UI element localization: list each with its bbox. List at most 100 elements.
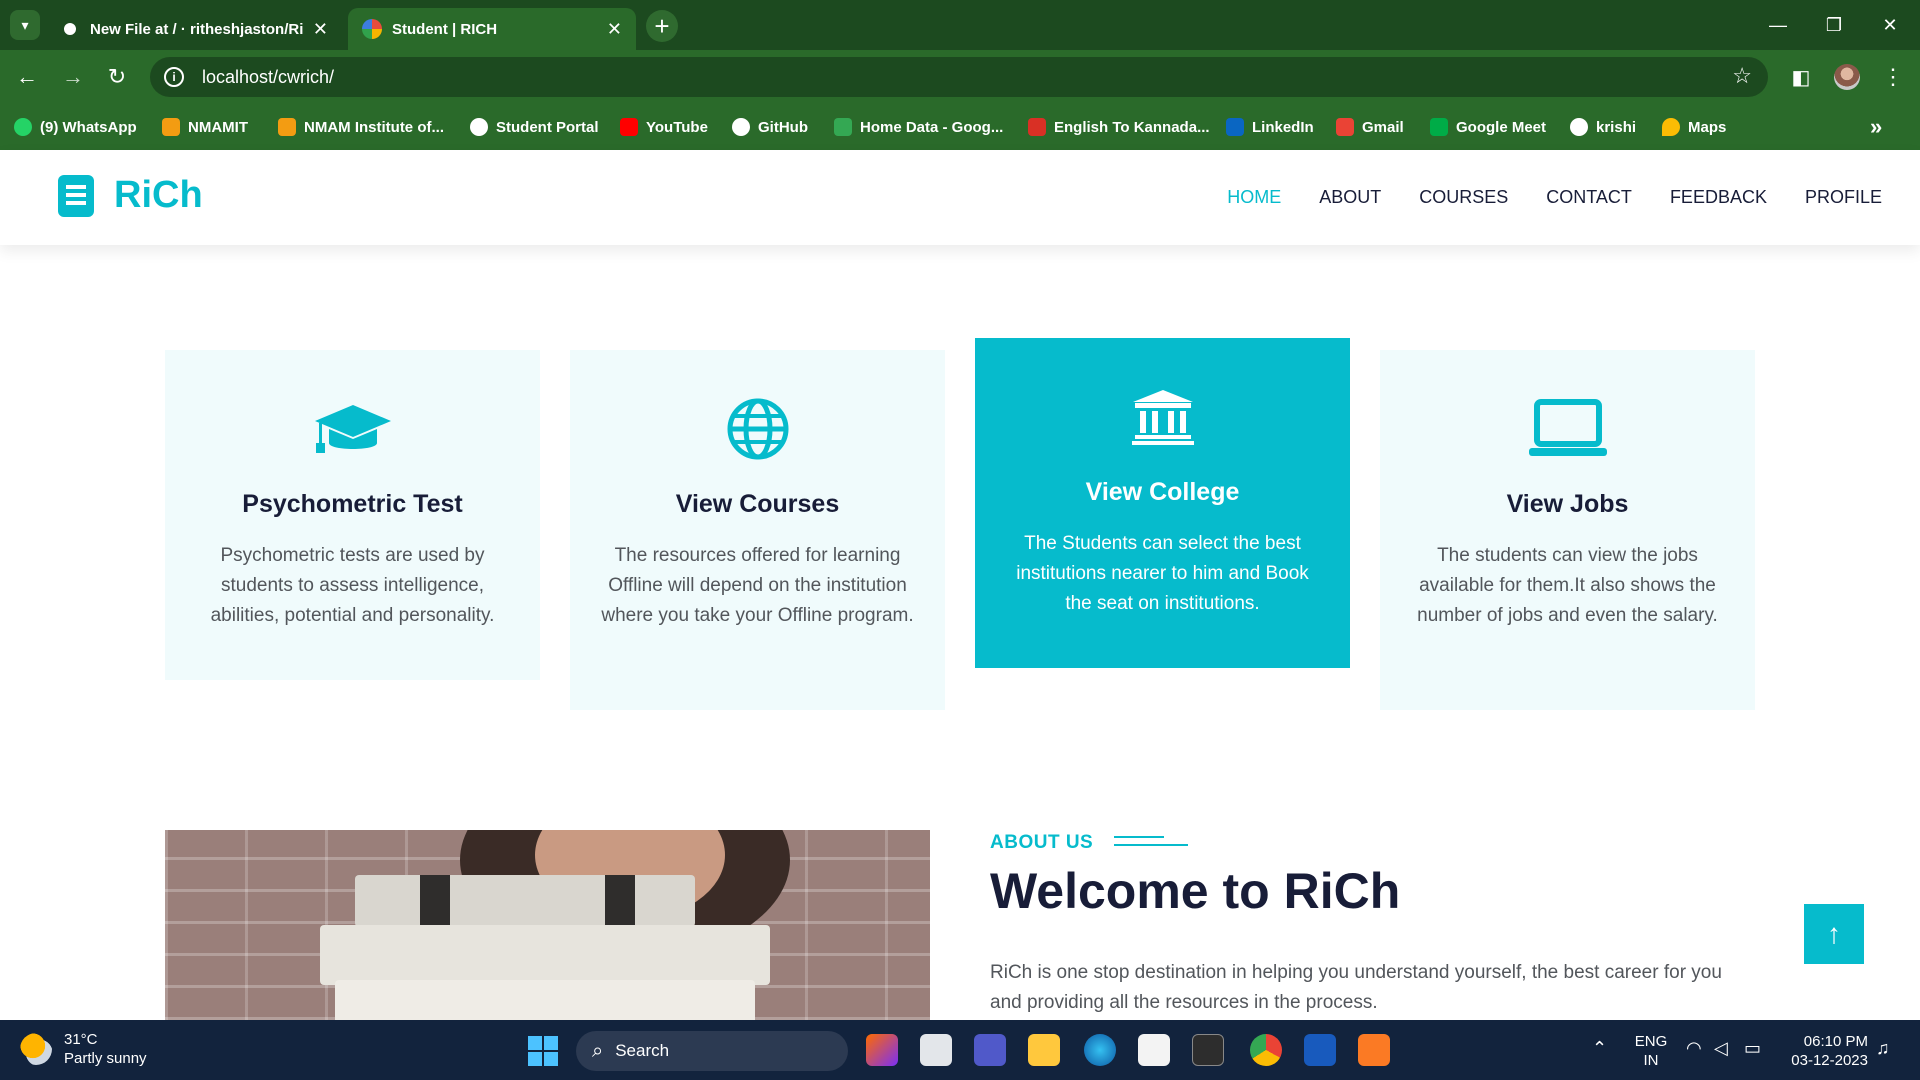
tab-github-new-file[interactable]: New File at / · ritheshjaston/Ri ✕ xyxy=(46,8,342,50)
chrome-icon[interactable] xyxy=(1250,1034,1282,1066)
task-view-icon[interactable] xyxy=(920,1034,952,1066)
notification-bell-icon[interactable]: ♫ xyxy=(1876,1038,1890,1059)
nmamit-icon xyxy=(162,118,180,136)
card-text: The resources offered for learning Offli… xyxy=(601,545,914,626)
browser-toolbar: ← → ↻ i localhost/cwrich/ ☆ ◧ ⋮ xyxy=(0,50,1920,102)
kebab-menu-icon[interactable]: ⋮ xyxy=(1876,60,1910,94)
bookmark-whatsapp[interactable]: (9) WhatsApp xyxy=(14,116,137,138)
about-image-spine xyxy=(420,875,450,927)
region-code: IN xyxy=(1643,1052,1659,1069)
edge-icon[interactable] xyxy=(1084,1034,1116,1066)
bookmark-label: Student Portal xyxy=(496,118,599,136)
bookmark-nmamit[interactable]: NMAMIT xyxy=(162,116,248,138)
back-arrow-icon[interactable]: ← xyxy=(10,60,44,94)
partly-sunny-icon xyxy=(20,1033,52,1065)
back-to-top-button[interactable]: ↑ xyxy=(1804,904,1864,964)
card-view-jobs[interactable]: View Jobs The students can view the jobs… xyxy=(1380,350,1755,710)
wifi-icon[interactable]: ◠ xyxy=(1686,1038,1702,1059)
nav-feedback[interactable]: FEEDBACK xyxy=(1670,187,1767,208)
address-bar[interactable]: i localhost/cwrich/ ☆ xyxy=(150,57,1768,97)
bookmark-label: Gmail xyxy=(1362,118,1404,136)
card-text: The Students can select the best institu… xyxy=(1016,533,1309,614)
google-meet-icon xyxy=(1430,118,1448,136)
copilot-icon[interactable] xyxy=(866,1034,898,1066)
bookmark-label: Google Meet xyxy=(1456,118,1547,136)
bookmark-maps[interactable]: Maps xyxy=(1662,116,1726,138)
nav-profile[interactable]: PROFILE xyxy=(1805,187,1882,208)
whatsapp-icon xyxy=(14,118,32,136)
new-tab-button[interactable]: + xyxy=(646,10,678,42)
file-explorer-icon[interactable] xyxy=(1028,1034,1060,1066)
rich-favicon-icon xyxy=(362,19,382,39)
bookmark-home-data[interactable]: Home Data - Goog... xyxy=(834,116,1003,138)
weather-widget[interactable]: 31°C Partly sunny xyxy=(20,1030,147,1068)
gmail-icon xyxy=(1336,118,1354,136)
language-indicator[interactable]: ENG IN xyxy=(1634,1032,1668,1070)
clock[interactable]: 06:10 PM 03-12-2023 xyxy=(1784,1032,1868,1070)
word-icon[interactable] xyxy=(1304,1034,1336,1066)
tab-close-icon[interactable]: ✕ xyxy=(607,19,622,40)
windows-start-icon[interactable] xyxy=(528,1036,558,1066)
show-hidden-icons-chevron-icon[interactable]: ⌃ xyxy=(1592,1038,1607,1059)
card-title: View Jobs xyxy=(1506,490,1629,518)
close-window-button[interactable]: ✕ xyxy=(1870,10,1910,40)
about-divider-lines xyxy=(1114,836,1188,848)
tab-search-chevron-icon[interactable]: ▾ xyxy=(10,10,40,40)
site-logo[interactable]: RiCh xyxy=(58,174,203,217)
nav-courses[interactable]: COURSES xyxy=(1419,187,1508,208)
clock-date: 03-12-2023 xyxy=(1791,1052,1868,1069)
card-text: Psychometric tests are used by students … xyxy=(210,545,495,626)
bookmark-star-icon[interactable]: ☆ xyxy=(1732,63,1752,89)
tab-student-rich[interactable]: Student | RICH ✕ xyxy=(348,8,636,50)
nav-home[interactable]: HOME xyxy=(1227,187,1281,208)
microsoft-store-icon[interactable] xyxy=(1138,1034,1170,1066)
forward-arrow-icon[interactable]: → xyxy=(56,60,90,94)
about-title: Welcome to RiCh xyxy=(990,863,1401,919)
bookmark-youtube[interactable]: YouTube xyxy=(620,116,708,138)
maximize-button[interactable]: ❐ xyxy=(1814,10,1854,40)
side-panel-icon[interactable]: ◧ xyxy=(1784,60,1818,94)
weather-description: Partly sunny xyxy=(64,1050,147,1067)
tab-close-icon[interactable]: ✕ xyxy=(313,19,328,40)
about-image-spine xyxy=(605,875,635,927)
terminal-icon[interactable] xyxy=(1192,1034,1224,1066)
globe-icon xyxy=(1570,118,1588,136)
browser-tabstrip: ▾ New File at / · ritheshjaston/Ri ✕ Stu… xyxy=(0,0,1920,50)
weather-temperature: 31°C xyxy=(64,1031,98,1048)
logo-text: RiCh xyxy=(114,174,203,216)
card-view-college[interactable]: View College The Students can select the… xyxy=(975,338,1350,668)
card-psychometric-test[interactable]: Psychometric Test Psychometric tests are… xyxy=(165,350,540,680)
card-view-courses[interactable]: View Courses The resources offered for l… xyxy=(570,350,945,710)
card-title: View Courses xyxy=(675,490,840,518)
bookmark-label: Home Data - Goog... xyxy=(860,118,1004,136)
bookmark-linkedin[interactable]: LinkedIn xyxy=(1226,116,1314,138)
taskbar-search[interactable]: ⌕ Search xyxy=(576,1031,848,1071)
site-header: RiCh HOME ABOUT COURSES CONTACT FEEDBACK… xyxy=(0,150,1920,245)
maps-pin-icon xyxy=(1662,118,1680,136)
globe-icon xyxy=(718,398,798,460)
card-title: Psychometric Test xyxy=(242,490,463,518)
clock-time: 06:10 PM xyxy=(1803,1033,1868,1050)
xampp-icon[interactable] xyxy=(1358,1034,1390,1066)
card-text: The students can view the jobs available… xyxy=(1417,545,1718,626)
bookmark-nmam-institute[interactable]: NMAM Institute of... xyxy=(278,116,444,138)
bookmark-english-to-kannada[interactable]: English To Kannada... xyxy=(1028,116,1210,138)
nav-about[interactable]: ABOUT xyxy=(1319,187,1381,208)
reload-icon[interactable]: ↻ xyxy=(100,60,134,94)
github-icon xyxy=(732,118,750,136)
card-title: View College xyxy=(1085,478,1240,506)
battery-icon[interactable]: ▭ xyxy=(1744,1038,1761,1059)
bookmark-google-meet[interactable]: Google Meet xyxy=(1430,116,1546,138)
bookmarks-overflow-icon[interactable]: » xyxy=(1870,114,1882,139)
bookmark-student-portal[interactable]: Student Portal xyxy=(470,116,599,138)
profile-avatar[interactable] xyxy=(1834,64,1860,90)
nav-contact[interactable]: CONTACT xyxy=(1546,187,1632,208)
minimize-button[interactable]: — xyxy=(1758,10,1798,40)
bookmark-krishi[interactable]: krishi xyxy=(1570,116,1636,138)
site-info-icon[interactable]: i xyxy=(164,67,184,87)
volume-icon[interactable]: ◁ xyxy=(1714,1038,1728,1059)
bookmark-github[interactable]: GitHub xyxy=(732,116,808,138)
teams-icon[interactable] xyxy=(974,1034,1006,1066)
bookmark-gmail[interactable]: Gmail xyxy=(1336,116,1404,138)
url-text[interactable]: localhost/cwrich/ xyxy=(202,67,334,88)
